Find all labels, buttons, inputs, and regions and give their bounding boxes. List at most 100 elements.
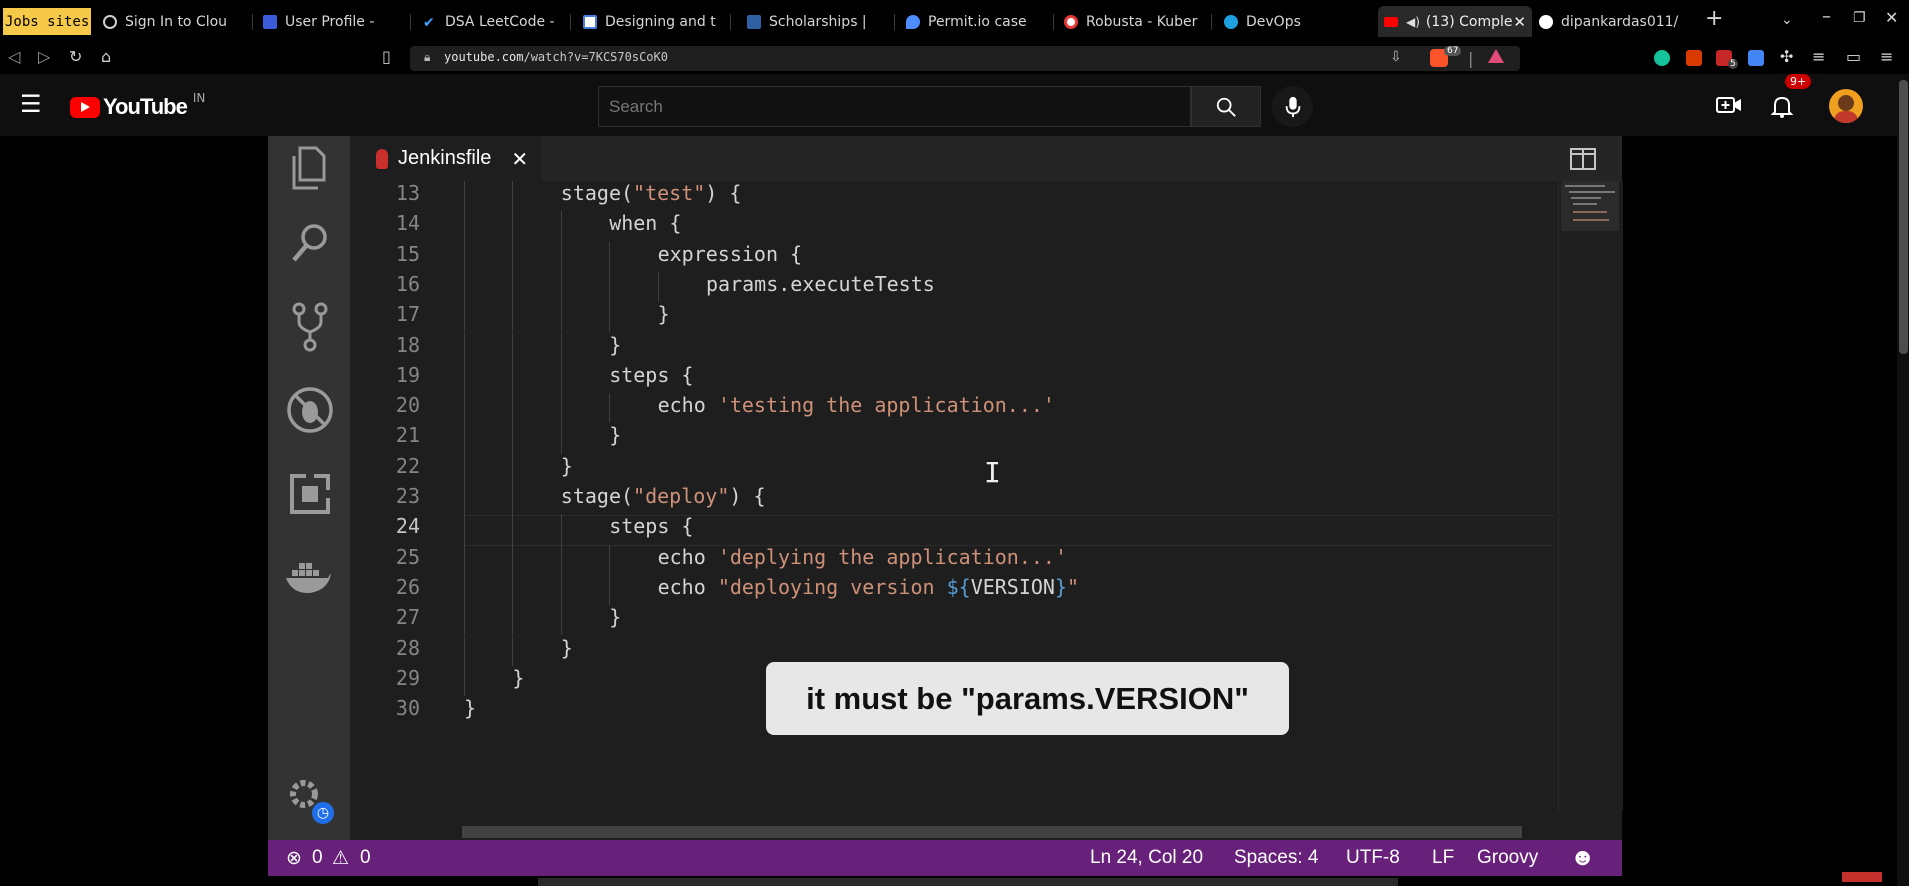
indent-guide <box>464 362 465 394</box>
docker-icon[interactable] <box>284 560 332 596</box>
warning-count[interactable]: 0 <box>360 847 371 869</box>
indent-guide <box>560 211 562 242</box>
line-number: 23 <box>395 484 420 508</box>
line-number: 29 <box>395 665 420 690</box>
clock-update-icon[interactable]: ◷ <box>310 800 336 826</box>
browser-tab-strip: Jobs sites Sign In to Clou User Profile … <box>0 0 1909 43</box>
indentation-setting[interactable]: Spaces: 4 <box>1234 847 1319 869</box>
address-bar[interactable]: 🔒︎ youtube.com/watch?v=7KCS70sCoK0 ⇩ 67 … <box>410 46 1520 71</box>
forward-icon[interactable]: ▷ <box>38 47 50 66</box>
reload-icon[interactable]: ↻ <box>69 47 82 66</box>
close-window-icon[interactable]: ✕ <box>1885 8 1898 27</box>
code-line: echo "deploying version ${VERSION}" <box>658 575 1079 599</box>
line-number: 14 <box>395 211 420 236</box>
close-tab-icon[interactable]: ✕ <box>1513 13 1526 31</box>
search-icon[interactable] <box>290 222 330 264</box>
bookmark-jobs-sites[interactable]: Jobs sites <box>3 8 91 35</box>
url-path: /watch?v=7KCS70sCoK0 <box>523 50 668 64</box>
page-scrollbar-thumb[interactable] <box>1899 80 1908 354</box>
new-tab-icon[interactable]: + <box>1705 6 1723 31</box>
grammarly-icon[interactable] <box>1654 50 1670 66</box>
code-token: echo <box>657 544 718 569</box>
line-number: 19 <box>395 362 420 387</box>
encoding[interactable]: UTF-8 <box>1346 847 1400 869</box>
error-count[interactable]: 0 <box>312 847 323 869</box>
code-line: expression { <box>658 242 803 266</box>
feedback-smiley-icon[interactable]: ☻ <box>1570 844 1595 872</box>
url-text[interactable]: youtube.com/watch?v=7KCS70sCoK0 <box>444 50 668 64</box>
indent-guide <box>609 393 611 424</box>
youtube-header: ☰ YouTube IN 9+ <box>0 74 1909 136</box>
indent-guide <box>657 271 659 303</box>
line-ending[interactable]: LF <box>1432 847 1454 869</box>
voice-search-button[interactable] <box>1272 86 1313 127</box>
explorer-files-icon[interactable] <box>290 146 328 190</box>
chevron-down-icon[interactable]: ⌄ <box>1781 12 1793 28</box>
search-input[interactable] <box>599 87 1179 126</box>
tab-jenkinsfile[interactable]: Jenkinsfile ✕ <box>350 136 542 181</box>
jenkins-icon <box>376 148 388 169</box>
translate-icon[interactable] <box>1748 50 1764 66</box>
code-token: } <box>560 635 573 660</box>
indent-guide <box>609 302 611 333</box>
minimap[interactable] <box>1558 181 1623 811</box>
avatar[interactable] <box>1829 89 1863 123</box>
youtube-logo[interactable]: YouTube IN <box>70 91 205 120</box>
string-token: 'deplying the application...' <box>717 544 1068 569</box>
close-tab-icon[interactable]: ✕ <box>511 147 528 171</box>
office-icon[interactable] <box>1686 50 1702 66</box>
create-video-icon[interactable] <box>1716 94 1742 116</box>
tab-scholarships[interactable]: Scholarships | <box>747 8 895 35</box>
extensions-icon[interactable] <box>290 474 330 514</box>
indent-guide <box>609 271 611 303</box>
error-icon[interactable]: ⊗ <box>286 847 302 870</box>
indent-guide <box>464 605 465 636</box>
search-button[interactable] <box>1191 86 1261 127</box>
restore-icon[interactable]: ❐ <box>1853 10 1866 26</box>
line-number: 18 <box>395 332 420 357</box>
tab-designing[interactable]: Designing and t <box>583 8 731 35</box>
code-token: } <box>609 605 622 630</box>
video-progress-area[interactable] <box>538 878 1398 886</box>
playlist-icon[interactable]: ≡ <box>1812 47 1825 66</box>
warning-icon[interactable]: ⚠ <box>332 847 349 870</box>
indent-guide <box>512 362 514 394</box>
source-control-icon[interactable] <box>292 302 328 352</box>
minimize-icon[interactable]: – <box>1822 6 1831 27</box>
tab-devops[interactable]: DevOps <box>1224 8 1374 35</box>
install-app-icon[interactable]: ⇩ <box>1390 49 1402 65</box>
indent-guide <box>609 544 611 575</box>
tab-youtube-active[interactable]: ◀) (13) Comple ✕ <box>1378 6 1532 37</box>
puzzle-extensions-icon[interactable]: ✣ <box>1780 47 1793 66</box>
horizontal-scrollbar[interactable] <box>462 826 1522 838</box>
run-debug-icon[interactable] <box>286 386 334 434</box>
tab-dsa-leetcode[interactable]: ✔ DSA LeetCode - <box>423 8 571 35</box>
tab-robusta[interactable]: Robusta - Kuber <box>1064 8 1212 35</box>
indent-guide <box>512 332 514 363</box>
code-line: steps { <box>609 363 693 387</box>
cursor-position[interactable]: Ln 24, Col 20 <box>1090 847 1203 869</box>
home-icon[interactable]: ⌂ <box>101 47 111 66</box>
speaker-icon[interactable]: ◀) <box>1406 15 1420 29</box>
bell-icon[interactable] <box>1770 94 1794 118</box>
notification-count-badge: 9+ <box>1785 74 1812 89</box>
indent-guide <box>512 181 514 212</box>
split-editor-icon[interactable] <box>1570 148 1596 170</box>
bookmark-icon[interactable]: ▯ <box>382 47 391 66</box>
tab-label: Designing and t <box>605 13 716 30</box>
indent-guide <box>560 332 562 363</box>
code-line: } <box>658 302 670 326</box>
menu-icon[interactable]: ≡ <box>1880 47 1893 66</box>
tab-sign-in[interactable]: Sign In to Clou <box>103 8 253 35</box>
code-token: stage( <box>560 484 634 508</box>
tab-user-profile[interactable]: User Profile - <box>263 8 411 35</box>
brave-rewards-icon[interactable] <box>1488 49 1504 63</box>
tab-label: Sign In to Clou <box>125 13 228 30</box>
tab-github[interactable]: dipankardas011/ <box>1539 8 1689 35</box>
wallet-icon[interactable]: ▭ <box>1846 47 1861 66</box>
language-mode[interactable]: Groovy <box>1477 847 1538 869</box>
indent-guide <box>464 544 465 575</box>
tab-permit-io[interactable]: Permit.io case <box>906 8 1054 35</box>
hamburger-menu-icon[interactable]: ☰ <box>20 90 42 118</box>
back-icon[interactable]: ◁ <box>8 47 20 66</box>
